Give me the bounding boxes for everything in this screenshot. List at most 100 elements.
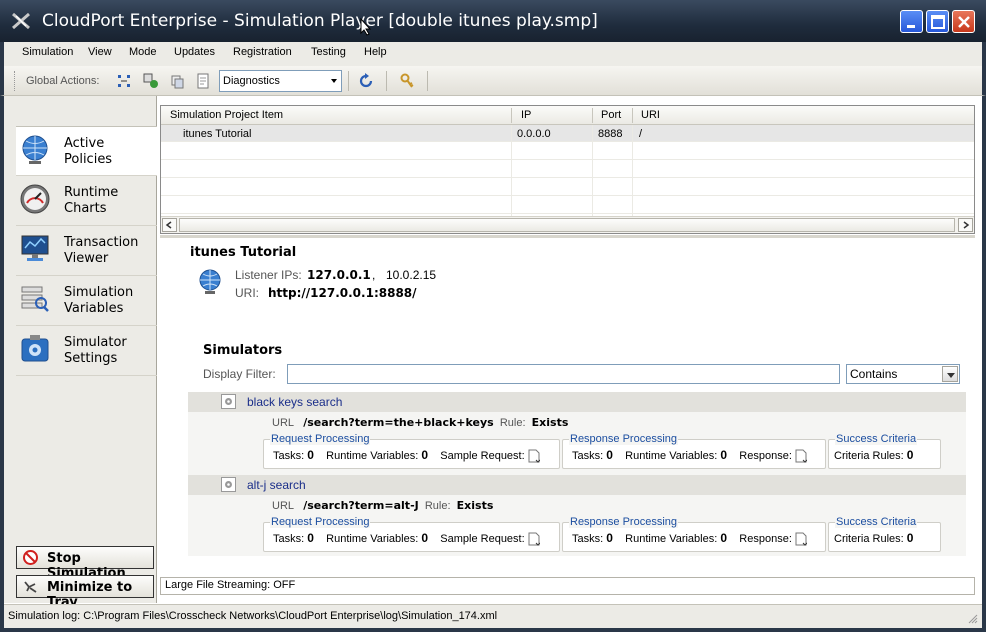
expand-all-icon[interactable] bbox=[116, 73, 132, 89]
display-filter-input[interactable] bbox=[287, 364, 840, 384]
simulator-name[interactable]: black keys search bbox=[247, 395, 342, 409]
scroll-right-button[interactable] bbox=[958, 218, 973, 232]
cell-item: itunes Tutorial bbox=[183, 128, 252, 140]
rule-label: Rule: bbox=[424, 500, 451, 512]
global-actions-label: Global Actions: bbox=[26, 75, 100, 87]
column-header-uri[interactable]: URI bbox=[641, 109, 660, 121]
app-logo-icon bbox=[12, 12, 30, 30]
close-icon bbox=[958, 16, 970, 28]
toolbar-action-dropdown[interactable]: Diagnostics bbox=[219, 70, 342, 92]
success-criteria-title: Success Criteria bbox=[835, 516, 918, 528]
simulator-header[interactable]: alt-j search bbox=[188, 475, 966, 495]
chevron-down-icon[interactable] bbox=[942, 366, 958, 382]
table-row[interactable]: itunes Tutorial 0.0.0.0 8888 / bbox=[161, 125, 974, 142]
column-header-ip[interactable]: IP bbox=[521, 109, 531, 121]
uri-value: http://127.0.0.1:8888/ bbox=[268, 286, 417, 300]
request-processing-title: Request Processing bbox=[270, 516, 371, 528]
refresh-icon[interactable] bbox=[358, 73, 374, 89]
request-processing-group: Request Processing Tasks: 0 Runtime Vari… bbox=[263, 433, 560, 469]
settings-icon bbox=[21, 335, 49, 362]
request-processing-content: Tasks: 0 Runtime Variables: 0 Sample Req… bbox=[273, 448, 540, 463]
simulator-header[interactable]: black keys search bbox=[188, 392, 966, 412]
chevron-right-icon bbox=[963, 221, 970, 229]
copy-icon[interactable] bbox=[169, 73, 185, 89]
request-tasks-count: 0 bbox=[307, 531, 314, 545]
variables-icon bbox=[21, 286, 49, 312]
response-processing-title: Response Processing bbox=[569, 433, 679, 445]
uri-label: URI: bbox=[235, 286, 259, 300]
sample-request-icon[interactable] bbox=[528, 449, 540, 463]
stop-icon bbox=[23, 550, 38, 565]
nav-simulator-settings[interactable]: Simulator Settings bbox=[16, 326, 157, 376]
response-tasks-count: 0 bbox=[606, 448, 613, 462]
column-header-item[interactable]: Simulation Project Item bbox=[170, 109, 283, 121]
url-value: /search?term=alt-J bbox=[303, 499, 419, 512]
menu-view[interactable]: View bbox=[88, 46, 112, 58]
nav-transaction-viewer[interactable]: Transaction Viewer bbox=[16, 226, 157, 276]
table-row-empty bbox=[161, 143, 974, 160]
scrollbar-thumb[interactable] bbox=[179, 218, 955, 232]
file-streaming-status: Large File Streaming: OFF bbox=[160, 577, 975, 595]
menu-testing[interactable]: Testing bbox=[311, 46, 346, 58]
nav-active-policies[interactable]: Active Policies bbox=[16, 126, 157, 176]
detail-title: itunes Tutorial bbox=[190, 245, 297, 260]
left-navigation: Active Policies Runtime Charts Transaction… bbox=[4, 96, 157, 610]
response-icon[interactable] bbox=[795, 449, 807, 463]
detail-panel: itunes Tutorial Listener IPs: 127.0.0.1 … bbox=[160, 238, 975, 576]
grid-header: Simulation Project Item IP Port URI bbox=[161, 106, 974, 125]
scroll-left-button[interactable] bbox=[162, 218, 177, 232]
chevron-down-icon bbox=[331, 79, 337, 83]
simulators-heading: Simulators bbox=[203, 343, 283, 358]
filter-mode-select[interactable]: Contains bbox=[846, 364, 960, 384]
globe-icon bbox=[22, 135, 48, 164]
maximize-icon bbox=[931, 15, 945, 29]
column-divider bbox=[592, 108, 593, 123]
request-vars-count: 0 bbox=[421, 531, 429, 545]
success-criteria-content: Criteria Rules: 0 bbox=[834, 448, 914, 462]
menu-updates[interactable]: Updates bbox=[174, 46, 215, 58]
response-processing-content: Tasks: 0 Runtime Variables: 0 Response: bbox=[572, 531, 807, 546]
table-row-empty bbox=[161, 161, 974, 178]
nav-simulation-variables[interactable]: Simulation Variables bbox=[16, 276, 157, 326]
simulator-url-line: URL /search?term=the+black+keys Rule: Ex… bbox=[272, 416, 568, 429]
column-header-port[interactable]: Port bbox=[601, 109, 621, 121]
start-all-icon[interactable] bbox=[143, 73, 159, 89]
close-window-button[interactable] bbox=[952, 10, 975, 33]
grid-column-line bbox=[632, 125, 633, 217]
sample-request-icon[interactable] bbox=[528, 532, 540, 546]
cell-ip: 0.0.0.0 bbox=[517, 128, 551, 140]
response-vars-count: 0 bbox=[720, 448, 728, 462]
cell-port: 8888 bbox=[598, 128, 623, 140]
maximize-window-button[interactable] bbox=[926, 10, 949, 33]
gear-icon[interactable] bbox=[221, 477, 236, 492]
window-frame-right bbox=[982, 96, 986, 632]
request-tasks-count: 0 bbox=[307, 448, 314, 462]
gear-icon[interactable] bbox=[221, 394, 236, 409]
menu-registration[interactable]: Registration bbox=[233, 46, 292, 58]
menu-simulation[interactable]: Simulation bbox=[22, 46, 73, 58]
menu-mode[interactable]: Mode bbox=[129, 46, 157, 58]
minimize-to-tray-button[interactable]: Minimize to Tray bbox=[16, 575, 154, 610]
success-criteria-title: Success Criteria bbox=[835, 433, 918, 445]
horizontal-scrollbar[interactable] bbox=[161, 216, 974, 233]
response-icon[interactable] bbox=[795, 532, 807, 546]
simulator-name[interactable]: alt-j search bbox=[247, 478, 306, 492]
minimize-window-button[interactable] bbox=[900, 10, 923, 33]
request-processing-group: Request Processing Tasks: 0 Runtime Vari… bbox=[263, 516, 560, 552]
document-icon[interactable] bbox=[195, 73, 211, 89]
nav-label: Simulator Settings bbox=[64, 335, 127, 366]
window-frame-bottom bbox=[0, 628, 986, 632]
resize-grip-icon[interactable] bbox=[966, 612, 978, 624]
tray-icon bbox=[24, 581, 37, 593]
url-label: URL bbox=[272, 417, 295, 429]
nav-runtime-charts[interactable]: Runtime Charts bbox=[16, 176, 157, 226]
criteria-rules-count: 0 bbox=[906, 448, 914, 462]
key-icon[interactable] bbox=[399, 73, 415, 89]
cell-uri: / bbox=[639, 128, 643, 140]
nav-label: Transaction Viewer bbox=[64, 235, 139, 266]
success-criteria-content: Criteria Rules: 0 bbox=[834, 531, 914, 545]
stop-simulation-button[interactable]: Stop Simulation bbox=[16, 546, 154, 581]
mouse-cursor-icon bbox=[360, 18, 372, 36]
listener-ips-label: Listener IPs: bbox=[235, 268, 302, 282]
menu-help[interactable]: Help bbox=[364, 46, 387, 58]
